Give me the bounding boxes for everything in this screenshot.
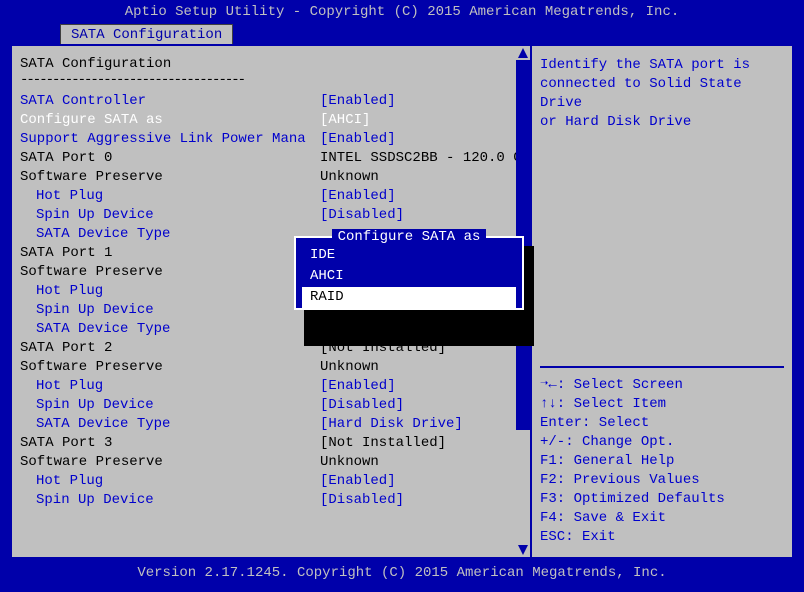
setting-label: SATA Device Type	[20, 320, 320, 339]
setting-label: SATA Device Type	[20, 225, 320, 244]
scroll-up-icon[interactable]	[518, 48, 528, 58]
setting-label: Software Preserve	[20, 263, 320, 282]
setting-label: SATA Port 3	[20, 434, 320, 453]
key-help-line: +/-: Change Opt.	[540, 433, 784, 452]
setting-value: Unknown	[320, 358, 379, 377]
setting-value: [Disabled]	[320, 396, 404, 415]
setting-label: Spin Up Device	[20, 491, 320, 510]
help-text-line: Identify the SATA port is	[540, 56, 784, 75]
setting-row[interactable]: SATA Device Type[Hard Disk Drive]	[20, 415, 522, 434]
setting-value: [Disabled]	[320, 206, 404, 225]
setting-row[interactable]: SATA Controller[Enabled]	[20, 92, 522, 111]
popup-option-ahci[interactable]: AHCI	[296, 266, 522, 287]
section-title: SATA Configuration	[20, 56, 522, 72]
setting-label: Hot Plug	[20, 282, 320, 301]
key-help-line: ↑↓: Select Item	[540, 395, 784, 414]
setting-row: Software PreserveUnknown	[20, 168, 522, 187]
setting-label: SATA Port 0	[20, 149, 320, 168]
right-panel: Identify the SATA port is connected to S…	[532, 46, 792, 557]
tab-sata-configuration[interactable]: SATA Configuration	[60, 24, 233, 46]
popup-configure-sata[interactable]: Configure SATA as IDEAHCIRAID	[294, 236, 524, 310]
scroll-down-icon[interactable]	[518, 545, 528, 555]
setting-value: Unknown	[320, 168, 379, 187]
setting-row: Software PreserveUnknown	[20, 453, 522, 472]
setting-label: SATA Port 1	[20, 244, 320, 263]
setting-value: [Enabled]	[320, 187, 396, 206]
header-title: Aptio Setup Utility - Copyright (C) 2015…	[0, 0, 804, 24]
setting-label: Support Aggressive Link Power Mana	[20, 130, 320, 149]
setting-row: SATA Port 0INTEL SSDSC2BB - 120.0 G	[20, 149, 522, 168]
key-help-line: Enter: Select	[540, 414, 784, 433]
help-divider	[540, 366, 784, 368]
setting-row: SATA Port 3[Not Installed]	[20, 434, 522, 453]
tab-bar: SATA Configuration	[0, 24, 804, 44]
setting-label: SATA Controller	[20, 92, 320, 111]
popup-option-raid[interactable]: RAID	[302, 287, 516, 308]
setting-value: [Disabled]	[320, 491, 404, 510]
setting-value: Unknown	[320, 453, 379, 472]
setting-label: SATA Port 2	[20, 339, 320, 358]
setting-row[interactable]: Spin Up Device[Disabled]	[20, 396, 522, 415]
setting-label: Software Preserve	[20, 453, 320, 472]
section-divider: -----------------------------------	[20, 72, 522, 88]
help-text-line: or Hard Disk Drive	[540, 113, 784, 132]
setting-row[interactable]: Hot Plug[Enabled]	[20, 472, 522, 491]
setting-label: Hot Plug	[20, 187, 320, 206]
setting-row: Software PreserveUnknown	[20, 358, 522, 377]
setting-label: Configure SATA as	[20, 111, 320, 130]
setting-value: [AHCI]	[320, 111, 370, 130]
setting-value: INTEL SSDSC2BB - 120.0 G	[320, 149, 522, 168]
setting-value: [Hard Disk Drive]	[320, 415, 463, 434]
setting-label: Software Preserve	[20, 358, 320, 377]
key-help-line: F2: Previous Values	[540, 471, 784, 490]
setting-row[interactable]: Spin Up Device[Disabled]	[20, 206, 522, 225]
setting-value: [Enabled]	[320, 472, 396, 491]
setting-row[interactable]: Hot Plug[Enabled]	[20, 377, 522, 396]
key-help-line: F3: Optimized Defaults	[540, 490, 784, 509]
setting-label: Hot Plug	[20, 377, 320, 396]
setting-label: Software Preserve	[20, 168, 320, 187]
setting-label: SATA Device Type	[20, 415, 320, 434]
popup-option-ide[interactable]: IDE	[296, 245, 522, 266]
popup-title: Configure SATA as	[296, 229, 522, 245]
key-help-line: ➝←: Select Screen	[540, 376, 784, 395]
key-help-line: F1: General Help	[540, 452, 784, 471]
setting-row[interactable]: Spin Up Device[Disabled]	[20, 491, 522, 510]
setting-label: Spin Up Device	[20, 301, 320, 320]
setting-value: [Enabled]	[320, 130, 396, 149]
setting-value: [Not Installed]	[320, 434, 446, 453]
help-text-line: connected to Solid State Drive	[540, 75, 784, 113]
footer-text: Version 2.17.1245. Copyright (C) 2015 Am…	[0, 559, 804, 587]
setting-label: Hot Plug	[20, 472, 320, 491]
setting-value: [Enabled]	[320, 92, 396, 111]
setting-row[interactable]: Support Aggressive Link Power Mana[Enabl…	[20, 130, 522, 149]
main-container: SATA Configuration ---------------------…	[10, 44, 794, 559]
setting-value: [Enabled]	[320, 377, 396, 396]
setting-label: Spin Up Device	[20, 396, 320, 415]
setting-label: Spin Up Device	[20, 206, 320, 225]
setting-row[interactable]: Hot Plug[Enabled]	[20, 187, 522, 206]
key-help-line: ESC: Exit	[540, 528, 784, 547]
setting-row: Configure SATA as[AHCI]	[20, 111, 522, 130]
key-help-line: F4: Save & Exit	[540, 509, 784, 528]
